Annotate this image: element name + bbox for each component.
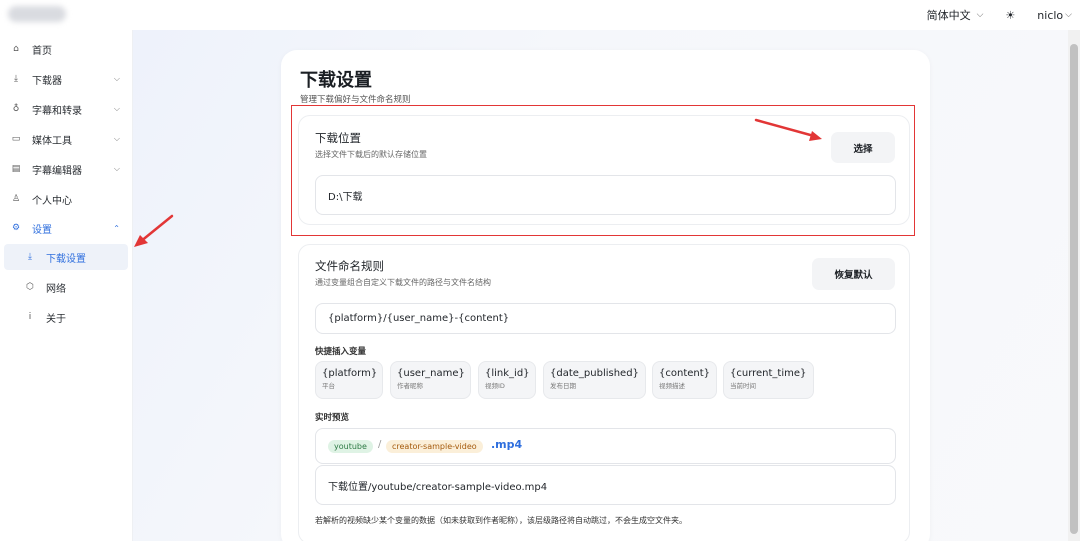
sidebar-item-label: 字幕和转录 xyxy=(32,105,82,117)
variable-name: {link_id} xyxy=(485,368,530,379)
app-logo xyxy=(8,6,66,22)
sidebar-item-downloader[interactable]: ⤓ 下载器 ⌵ xyxy=(4,66,128,92)
insert-variables-label: 快捷插入变量 xyxy=(315,347,367,357)
variable-desc: 视频描述 xyxy=(659,382,685,390)
chevron-up-icon: ⌃ xyxy=(113,223,120,233)
variable-name: {content} xyxy=(659,368,711,379)
variable-chip[interactable]: {date_published} 发布日期 xyxy=(543,361,646,399)
chevron-down-icon: ⌵ xyxy=(1065,10,1072,20)
language-label: 简体中文 xyxy=(926,9,971,22)
home-icon: ⌂ xyxy=(13,44,19,54)
gear-icon: ⚙ xyxy=(11,223,21,233)
variable-desc: 作者昵称 xyxy=(397,382,423,390)
naming-pattern-input[interactable]: {platform}/{user_name}-{content} xyxy=(315,303,896,334)
user-name: niclo xyxy=(1037,8,1064,22)
scrollbar-thumb[interactable] xyxy=(1070,44,1078,534)
subtitle-icon: ▤ xyxy=(11,164,21,174)
chevron-down-icon: ⌵ xyxy=(113,134,120,143)
variable-name: {user_name} xyxy=(397,368,465,379)
user-icon: ♙ xyxy=(11,194,21,204)
sidebar-item-label: 媒体工具 xyxy=(32,135,72,147)
sidebar-item-network[interactable]: ⬡ 网络 xyxy=(4,274,128,300)
sidebar-item-media-tools[interactable]: ▭ 媒体工具 ⌵ xyxy=(4,126,128,152)
full-path-preview: 下载位置/youtube/creator-sample-video.mp4 xyxy=(315,465,896,505)
variable-desc: 当前时间 xyxy=(730,382,756,390)
top-right-controls: 简体中文 ⌵ ☀ niclo ⌵ xyxy=(927,0,1072,30)
preview-extension: .mp4 xyxy=(491,438,523,451)
variable-name: {date_published} xyxy=(550,368,639,379)
variable-desc: 平台 xyxy=(322,382,335,390)
chevron-down-icon: ⌵ xyxy=(976,10,984,20)
highlight-box xyxy=(291,105,915,236)
microphone-icon: ♁ xyxy=(12,104,20,114)
sidebar-item-label: 首页 xyxy=(32,45,52,57)
preview-separator: / xyxy=(378,439,382,450)
chevron-down-icon: ⌵ xyxy=(113,104,120,113)
sidebar-item-label: 关于 xyxy=(46,313,66,325)
sidebar-item-label: 字幕编辑器 xyxy=(32,165,82,177)
sidebar-item-label: 设置 xyxy=(32,224,52,236)
download-icon: ⤓ xyxy=(28,252,32,262)
naming-note: 若解析的视频缺少某个变量的数据（如未获取到作者昵称），该层级路径将自动跳过，不会… xyxy=(315,516,687,525)
video-icon: ▭ xyxy=(11,134,21,144)
variable-desc: 发布日期 xyxy=(550,382,576,390)
info-icon: i xyxy=(28,312,32,322)
download-icon: ⤓ xyxy=(14,74,18,84)
variable-chip[interactable]: {content} 视频描述 xyxy=(652,361,717,399)
page-subtitle: 管理下载偏好与文件命名规则 xyxy=(300,95,411,105)
sidebar-item-settings[interactable]: ⚙ 设置 ⌃ xyxy=(4,215,128,241)
page-title: 下载设置 xyxy=(300,70,372,91)
naming-rules-title: 文件命名规则 xyxy=(315,259,384,273)
variable-chip[interactable]: {platform} 平台 xyxy=(315,361,383,399)
sidebar-item-download-settings[interactable]: ⤓ 下载设置 xyxy=(4,244,128,270)
variable-chip[interactable]: {user_name} 作者昵称 xyxy=(390,361,471,399)
variable-name: {platform} xyxy=(322,368,378,379)
variable-name: {current_time} xyxy=(730,368,807,379)
sidebar-item-subtitle-editor[interactable]: ▤ 字幕编辑器 ⌵ xyxy=(4,156,128,182)
chevron-down-icon: ⌵ xyxy=(113,74,120,83)
sidebar-item-label: 个人中心 xyxy=(32,195,72,207)
variable-chip[interactable]: {link_id} 视频ID xyxy=(478,361,536,399)
language-selector[interactable]: 简体中文 ⌵ xyxy=(927,7,984,23)
sidebar-item-about[interactable]: i 关于 xyxy=(4,304,128,330)
chevron-down-icon: ⌵ xyxy=(113,164,120,173)
sidebar-item-subtitles[interactable]: ♁ 字幕和转录 ⌵ xyxy=(4,96,128,122)
user-menu[interactable]: niclo ⌵ xyxy=(1037,9,1072,22)
live-preview-label: 实时预览 xyxy=(315,413,350,423)
sidebar-item-label: 网络 xyxy=(46,283,66,295)
top-bar: 简体中文 ⌵ ☀ niclo ⌵ xyxy=(0,0,1080,30)
variable-desc: 视频ID xyxy=(485,382,505,390)
sidebar-item-profile[interactable]: ♙ 个人中心 xyxy=(4,186,128,212)
reset-default-button[interactable]: 恢复默认 xyxy=(812,258,895,290)
sidebar-item-label: 下载器 xyxy=(32,75,62,87)
variable-chip[interactable]: {current_time} 当前时间 xyxy=(723,361,814,399)
network-icon: ⬡ xyxy=(26,282,34,292)
sidebar-item-label: 下载设置 xyxy=(46,253,86,265)
preview-filename-tag: creator-sample-video xyxy=(386,440,483,453)
sun-icon[interactable]: ☀ xyxy=(1005,9,1015,22)
preview-platform-tag: youtube xyxy=(328,440,373,453)
sidebar-item-home[interactable]: ⌂ 首页 xyxy=(4,36,128,62)
naming-rules-subtitle: 通过变量组合自定义下载文件的路径与文件名结构 xyxy=(315,278,491,287)
